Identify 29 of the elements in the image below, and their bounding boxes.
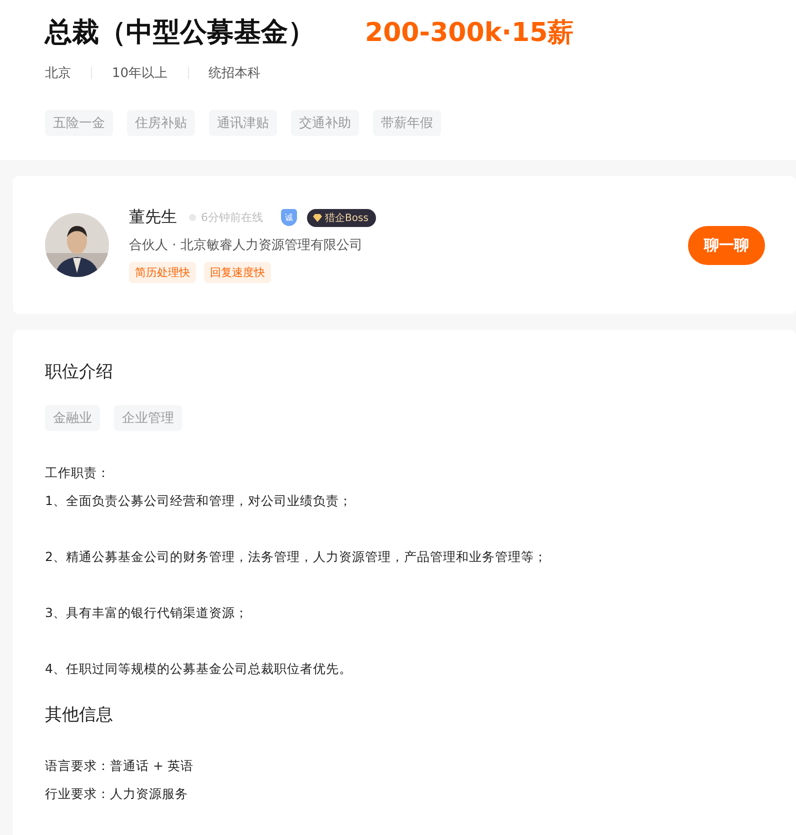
job-description-line: 4、任职过同等规模的公募基金公司总裁职位者优先。	[45, 660, 353, 678]
online-status: 6分钟前在线	[201, 210, 263, 225]
salary: 200-300k·15薪	[365, 16, 574, 50]
job-description-line: 3、具有丰富的银行代销渠道资源；	[45, 604, 249, 622]
job-requirement: 北京	[45, 65, 71, 82]
job-description-line: 工作职责：	[45, 464, 111, 482]
chat-button[interactable]: 聊一聊	[688, 226, 765, 264]
industry-tag: 金融业	[45, 405, 100, 431]
benefit-tag: 带薪年假	[373, 110, 441, 136]
benefit-tag: 住房补贴	[127, 110, 195, 136]
benefit-tag: 通讯津贴	[209, 110, 277, 136]
recruiter-name: 董先生	[129, 207, 177, 228]
recruiter-tag: 简历处理快	[129, 262, 196, 283]
recruiter-company: 合伙人 · 北京敏睿人力资源管理有限公司	[129, 237, 364, 254]
other-info-line: 行业要求：人力资源服务	[45, 785, 189, 803]
section-heading: 其他信息	[45, 704, 114, 726]
job-description-line: 2、精通公募基金公司的财务管理，法务管理，人力资源管理，产品管理和业务管理等；	[45, 548, 548, 566]
benefit-tag: 五险一金	[45, 110, 113, 136]
job-description-line: 1、全面负责公募公司经营和管理，对公司业绩负责；	[45, 492, 353, 510]
recruiter-tag: 回复速度快	[204, 262, 271, 283]
job-requirement: 统招本科	[208, 65, 261, 82]
boss-badge: 猎企Boss	[307, 208, 376, 226]
benefit-tag: 交通补助	[291, 110, 359, 136]
other-info-line: 语言要求：普通话 + 英语	[45, 757, 194, 775]
verified-badge: 诚	[281, 209, 297, 226]
industry-tag: 企业管理	[114, 405, 182, 431]
section-heading: 职位介绍	[45, 361, 114, 383]
job-title: 总裁（中型公募基金）	[45, 16, 315, 50]
job-requirement: 10年以上	[112, 65, 168, 82]
